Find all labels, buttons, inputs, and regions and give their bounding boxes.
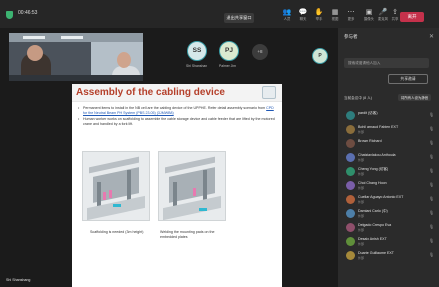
close-icon[interactable]: ✕: [429, 33, 434, 40]
avatar: [346, 251, 355, 260]
search-placeholder: 搜索或邀请他人加入: [348, 61, 381, 65]
presenter-name: Shi Shanshang: [6, 278, 31, 282]
participant-row[interactable]: Desaix Anish EXT 外部 🎙: [342, 234, 437, 248]
participant-tile-name: Shi Shanshan: [186, 64, 208, 68]
scaffolding-illustration: [82, 151, 150, 221]
mic-icon: 🎙: [429, 238, 435, 243]
participant-row[interactable]: Choi Chang Hoon 外部 🎙: [342, 178, 437, 192]
floating-avatar[interactable]: P: [312, 48, 328, 64]
camera-icon: ▣: [365, 9, 373, 16]
organization-logo-icon: [262, 86, 276, 99]
slide-bullets: Permanent items to install in the NB cel…: [78, 106, 278, 128]
mic-icon: 🎙: [429, 182, 435, 187]
mic-icon: 🎙: [429, 224, 435, 229]
mic-icon: 🎙: [429, 210, 435, 215]
avatar: [346, 111, 355, 120]
toolbar-chat[interactable]: 💬 聊天: [296, 9, 310, 22]
toolbar-camera[interactable]: ▣ 摄像头: [362, 9, 376, 22]
video-person-head: [27, 45, 43, 61]
hand-icon: ✋: [314, 9, 324, 16]
video-desk: [9, 75, 143, 81]
participant-tile-name: Palmer Jim: [219, 64, 236, 68]
leave-button[interactable]: 离开: [400, 12, 424, 22]
video-light: [61, 36, 83, 39]
avatar: [346, 209, 355, 218]
toolbar-more[interactable]: ⋯ 更多: [344, 9, 358, 22]
camera-video-feed[interactable]: [9, 33, 143, 81]
mute-all-button[interactable]: 将所有人设为静音: [398, 94, 432, 101]
avatar: [346, 237, 355, 246]
participant-row[interactable]: pardit (访客) 🎙: [342, 108, 437, 122]
shared-slide: Assembly of the cabling device Permanent…: [72, 84, 282, 287]
welding-illustration: [158, 151, 226, 221]
video-light: [23, 36, 45, 39]
participant-tile-avatar[interactable]: PJ: [219, 41, 239, 61]
people-icon: 👥: [282, 9, 292, 16]
participant-row[interactable]: Cuellar Aguayo Antonio EXT 外部 🎙: [342, 192, 437, 206]
avatar: [346, 139, 355, 148]
avatar: [346, 125, 355, 134]
slide-bullet: Permanent items to install in the NB cel…: [78, 106, 278, 116]
video-person-head: [117, 52, 131, 68]
mic-icon: 🎙: [429, 140, 435, 145]
more-icon: ⋯: [347, 9, 355, 16]
participant-list: pardit (访客) 🎙 Bohil arnaud Fabien EXT 外部…: [342, 108, 437, 262]
toolbar-raise-hand[interactable]: ✋ 举手: [312, 9, 326, 22]
mic-icon: 🎙: [429, 168, 435, 173]
meeting-window: 00:46:53 退出共享窗口 👥 人员 💬 聊天 ✋ 举手 ▦ 视图 ⋯ 更多…: [0, 0, 439, 287]
slide-bullet: Human worker works on scaffolding to ass…: [78, 117, 278, 127]
panel-title: 参与者: [344, 34, 358, 39]
in-meeting-section-header: 当前会议中 (8 人): [344, 96, 372, 100]
mic-icon: 🎙: [429, 126, 435, 131]
mic-icon: 🎙: [429, 154, 435, 159]
avatar: [346, 167, 355, 176]
slide-title: Assembly of the cabling device: [76, 87, 225, 98]
participants-panel: 参与者 ✕ 搜索或邀请他人加入 共享邀请 当前会议中 (8 人) 将所有人设为静…: [338, 28, 439, 287]
participant-search-input[interactable]: 搜索或邀请他人加入: [344, 58, 429, 68]
toolbar-people[interactable]: 👥 人员: [280, 9, 294, 22]
participant-row[interactable]: Damiani Carlo (中) 外部 🎙: [342, 206, 437, 220]
participant-row[interactable]: Brown Richard 🎙: [342, 136, 437, 150]
avatar: [346, 153, 355, 162]
more-participants-tile[interactable]: +8: [252, 44, 268, 60]
avatar: [346, 223, 355, 232]
participant-tile-avatar[interactable]: SS: [187, 41, 207, 61]
stop-sharing-button[interactable]: 退出共享窗口: [224, 13, 254, 23]
mic-icon: 🎙: [429, 112, 435, 117]
mic-icon: 🎙: [429, 252, 435, 257]
share-invite-button[interactable]: 共享邀请: [388, 74, 428, 84]
avatar: [346, 195, 355, 204]
meeting-timer: 00:46:53: [18, 10, 38, 16]
mic-icon: 🎙: [429, 196, 435, 201]
slide-header: Assembly of the cabling device: [72, 84, 282, 102]
participant-row[interactable]: Cheng Yong (访客) 外部 🎙: [342, 164, 437, 178]
toolbar-view[interactable]: ▦ 视图: [328, 9, 342, 22]
view-icon: ▦: [331, 9, 339, 16]
avatar: [346, 181, 355, 190]
shield-icon: [6, 11, 13, 19]
participant-row[interactable]: Bohil arnaud Fabien EXT 外部 🎙: [342, 122, 437, 136]
figure-caption-welding: Welding the mounting pads on the embedde…: [160, 230, 215, 239]
participant-row[interactable]: Chatziavlakou Anthoula 外部 🎙: [342, 150, 437, 164]
meeting-toolbar: 00:46:53 退出共享窗口 👥 人员 💬 聊天 ✋ 举手 ▦ 视图 ⋯ 更多…: [0, 0, 439, 28]
participant-row[interactable]: Delgado Crespo Eva 外部 🎙: [342, 220, 437, 234]
participant-row[interactable]: Duarte Guillaume EXT 外部 🎙: [342, 248, 437, 262]
chat-icon: 💬: [298, 9, 308, 16]
figure-caption-scaffolding: Scaffolding is needed (3m height): [90, 230, 144, 234]
